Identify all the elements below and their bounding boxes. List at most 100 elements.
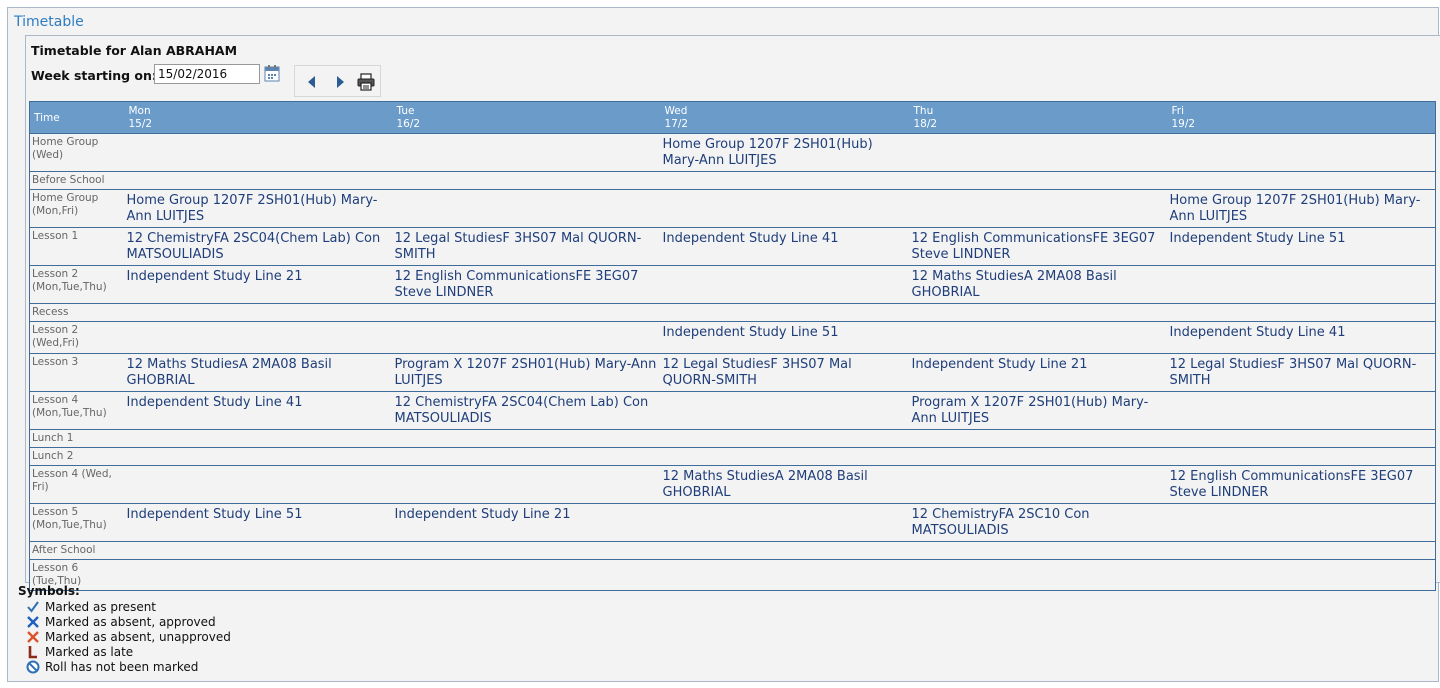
period-label: Lesson 2 (Wed,Fri) [29,321,125,354]
period-label: Home Group (Mon,Fri) [29,189,125,228]
class-cell: Independent Study Line 41 [124,391,393,430]
legend-label: Marked as absent, unapproved [45,629,231,644]
timetable-grid: Time Mon 15/2 Tue 16/2 Wed 17/2 Thu 18/2 Fri… [29,101,1436,591]
class-cell [660,265,910,304]
symbols-title: Symbols: [18,584,80,598]
period-label: Home Group (Wed) [29,133,125,172]
legend-label: Roll has not been marked [45,659,199,674]
print-icon[interactable] [357,73,375,91]
class-cell: 12 Maths StudiesA 2MA08 Basil GHOBRIAL [909,265,1168,304]
class-cell [392,321,661,354]
table-row: Lunch 1 [29,429,1436,448]
legend-item: Marked as absent, approved [18,614,231,629]
day-header-mon: Mon 15/2 [124,101,393,134]
legend-label: Marked as late [45,644,134,659]
class-cell [1167,559,1436,591]
class-cell: 12 Legal StudiesF 3HS07 Mal QUORN-SMITH [660,353,910,392]
timetable-panel: Timetable Timetable for Alan ABRAHAM Wee… [7,7,1440,682]
legend-item: Marked as absent, unapproved [18,629,231,644]
class-cell: Independent Study Line 51 [1167,227,1436,266]
day-header-tue: Tue 16/2 [392,101,661,134]
class-cell [392,541,661,560]
class-cell: Independent Study Line 21 [909,353,1168,392]
period-label: Lesson 4 (Mon,Tue,Thu) [29,391,125,430]
week-start-date-input[interactable] [154,64,260,84]
class-cell [392,189,661,228]
period-label: Lunch 2 [29,447,125,466]
class-cell [909,541,1168,560]
class-cell: Program X 1207F 2SH01(Hub) Mary-Ann LUIT… [909,391,1168,430]
table-row: Lesson 1 12 ChemistryFA 2SC04(Chem Lab) … [29,227,1436,266]
symbols-legend: Symbols: Marked as present Marked as abs… [18,584,231,674]
period-label: Lesson 3 [29,353,125,392]
table-row: Lesson 2 (Mon,Tue,Thu) Independent Study… [29,265,1436,304]
class-cell [1167,503,1436,542]
table-row: Lesson 5 (Mon,Tue,Thu) Independent Study… [29,503,1436,542]
table-row: Lunch 2 [29,447,1436,466]
class-cell [660,447,910,466]
class-cell [660,303,910,322]
week-starting-label: Week starting on: [31,68,157,83]
class-cell: Independent Study Line 41 [1167,321,1436,354]
class-cell: Independent Study Line 51 [660,321,910,354]
class-cell [1167,171,1436,190]
class-cell [392,559,661,591]
legend-item: Roll has not been marked [18,659,231,674]
class-cell: Home Group 1207F 2SH01(Hub) Mary-Ann LUI… [124,189,393,228]
legend-label: Marked as absent, approved [45,614,216,629]
class-cell: 12 English CommunicationsFE 3EG07 Steve … [392,265,661,304]
timetable-heading: Timetable for Alan ABRAHAM [31,43,238,58]
table-row: Home Group (Wed) Home Group 1207F 2SH01(… [29,133,1436,172]
check-icon [26,600,40,614]
table-row: Lesson 2 (Wed,Fri) Independent Study Lin… [29,321,1436,354]
period-label: Lesson 5 (Mon,Tue,Thu) [29,503,125,542]
class-cell [660,503,910,542]
class-cell: Independent Study Line 51 [124,503,393,542]
class-cell: 12 ChemistryFA 2SC04(Chem Lab) Con MATSO… [124,227,393,266]
class-cell [124,133,393,172]
class-cell [660,391,910,430]
class-cell [909,429,1168,448]
class-cell [660,171,910,190]
class-cell [909,465,1168,504]
class-cell: Home Group 1207F 2SH01(Hub) Mary-Ann LUI… [660,133,910,172]
class-cell [124,171,393,190]
next-week-arrow-icon[interactable] [331,73,349,91]
table-row: Recess [29,303,1436,322]
table-row: Lesson 4 (Mon,Tue,Thu) Independent Study… [29,391,1436,430]
timetable-header-row: Time Mon 15/2 Tue 16/2 Wed 17/2 Thu 18/2 Fri… [29,101,1436,134]
legend-item: Marked as present [18,599,231,614]
class-cell [660,541,910,560]
class-cell [909,171,1168,190]
table-row: After School [29,541,1436,560]
class-cell [1167,133,1436,172]
class-cell [392,465,661,504]
previous-week-arrow-icon[interactable] [303,73,321,91]
day-header-fri: Fri 19/2 [1167,101,1436,134]
class-cell: 12 ChemistryFA 2SC04(Chem Lab) Con MATSO… [392,391,661,430]
class-cell [909,447,1168,466]
calendar-icon[interactable] [264,65,280,82]
class-cell [392,171,661,190]
class-cell [909,303,1168,322]
class-cell [124,429,393,448]
cross-approved-icon [26,615,40,629]
class-cell [392,303,661,322]
class-cell [1167,265,1436,304]
period-label: Lunch 1 [29,429,125,448]
class-cell [1167,303,1436,322]
class-cell [660,429,910,448]
class-cell [124,447,393,466]
class-cell [909,559,1168,591]
day-header-thu: Thu 18/2 [909,101,1168,134]
day-header-wed: Wed 17/2 [660,101,910,134]
class-cell [909,189,1168,228]
class-cell [124,321,393,354]
cross-unapproved-icon [26,630,40,644]
table-row: Home Group (Mon,Fri) Home Group 1207F 2S… [29,189,1436,228]
class-cell: Home Group 1207F 2SH01(Hub) Mary-Ann LUI… [1167,189,1436,228]
table-row: Lesson 3 12 Maths StudiesA 2MA08 Basil G… [29,353,1436,392]
class-cell [392,429,661,448]
table-row: Lesson 6 (Tue,Thu) [29,559,1436,591]
class-cell [124,541,393,560]
